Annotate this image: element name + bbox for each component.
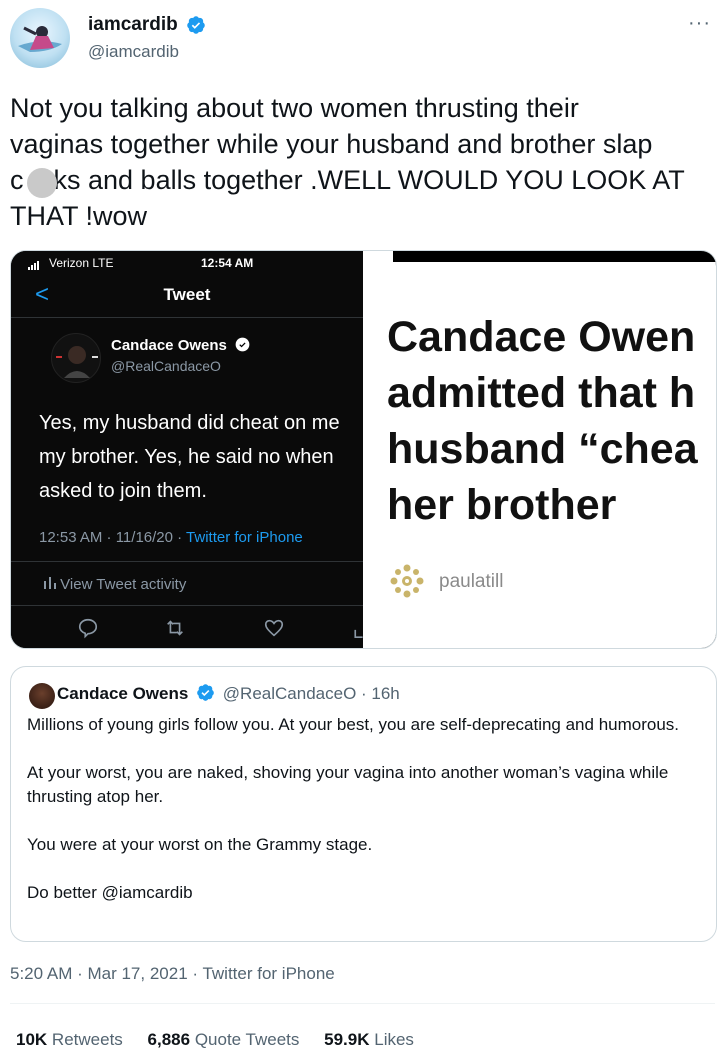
article-screenshot: Candace Owen admitted that h husband “ch…	[363, 251, 716, 648]
verified-badge-icon	[196, 683, 215, 707]
inner-activity-label: View Tweet activity	[60, 576, 187, 593]
inner-author-name-text: Candace Owens	[111, 337, 227, 354]
inner-avatar	[51, 333, 101, 383]
inner-action-bar	[11, 617, 363, 641]
inner-tweet-source: Twitter for iPhone	[186, 529, 303, 546]
tweet-timestamp[interactable]: 5:20 AM · Mar 17, 2021 · Twitter for iPh…	[10, 964, 335, 984]
author-handle[interactable]: @iamcardib	[88, 42, 206, 62]
carrier-label: Verizon LTE	[49, 256, 114, 270]
inner-tweet-text: Yes, my husband did cheat on me my broth…	[39, 412, 340, 502]
phone-screenshot: Verizon LTE 12:54 AM < Tweet Candace Owe…	[11, 251, 363, 648]
share-icon	[353, 617, 363, 644]
inner-author-name: Candace Owens	[111, 337, 250, 356]
inner-author-handle: @RealCandaceO	[111, 358, 221, 374]
phone-nav-title: Tweet	[163, 285, 211, 304]
quote-tweets-count: 6,886	[147, 1030, 191, 1049]
status-time: 12:54 AM	[201, 256, 254, 270]
quote-paragraph: Do better @iamcardib	[27, 883, 193, 902]
inner-activity: View Tweet activity	[44, 575, 186, 593]
quote-tweets-stat[interactable]: 6,886 Quote Tweets	[148, 1030, 300, 1050]
quote-handle-time: @RealCandaceO · 16h	[222, 684, 400, 703]
quote-paragraph: At your worst, you are naked, shoving yo…	[27, 763, 669, 806]
quote-paragraph: Millions of young girls follow you. At y…	[27, 715, 680, 734]
retweet-icon	[163, 617, 187, 644]
inner-tweet-meta: 12:53 AM · 11/16/20 · Twitter for iPhone	[39, 529, 303, 546]
article-brand-name: paulatill	[439, 571, 504, 592]
retweets-stat[interactable]: 10K Retweets	[16, 1030, 123, 1050]
quote-header: Candace Owens @RealCandaceO · 16h	[57, 683, 400, 707]
inner-tweet-date: 12:53 AM · 11/16/20 ·	[39, 529, 187, 546]
divider	[11, 317, 363, 318]
quote-text: Millions of young girls follow you. At y…	[27, 713, 707, 929]
media-attachment[interactable]: Verizon LTE 12:54 AM < Tweet Candace Owe…	[10, 250, 717, 649]
verified-badge-icon	[186, 15, 206, 35]
divider	[10, 1003, 715, 1004]
quote-paragraph: You were at your worst on the Grammy sta…	[27, 835, 373, 854]
reply-icon	[77, 617, 99, 644]
likes-count: 59.9K	[324, 1030, 370, 1049]
retweets-count: 10K	[16, 1030, 48, 1049]
likes-label: Likes	[374, 1030, 414, 1049]
quote-author-avatar	[29, 683, 55, 709]
tweet-text: Not you talking about two women thrustin…	[10, 93, 685, 231]
engagement-stats: 10K Retweets 6,886 Quote Tweets 59.9K Li…	[16, 1030, 434, 1050]
quote-tweets-label: Quote Tweets	[194, 1030, 300, 1049]
verified-badge-icon	[235, 337, 250, 356]
censor-dot	[27, 168, 57, 198]
author-display-name[interactable]: iamcardib	[88, 14, 178, 36]
article-topbar	[393, 251, 716, 262]
status-bar: Verizon LTE 12:54 AM	[11, 256, 363, 272]
article-headline: Candace Owen admitted that h husband “ch…	[387, 313, 698, 529]
author-avatar[interactable]	[10, 8, 70, 68]
like-icon	[263, 617, 285, 644]
likes-stat[interactable]: 59.9K Likes	[324, 1030, 414, 1050]
more-icon[interactable]: ···	[688, 12, 711, 35]
divider	[11, 605, 363, 606]
quote-tweet[interactable]: Candace Owens @RealCandaceO · 16h Millio…	[10, 666, 717, 942]
retweets-label: Retweets	[51, 1030, 123, 1049]
bar-chart-icon	[44, 576, 60, 593]
quote-author-name: Candace Owens	[57, 684, 189, 703]
user-block: iamcardib @iamcardib	[88, 14, 206, 62]
signal-icon	[28, 259, 44, 273]
divider	[11, 561, 363, 562]
tweet-header: iamcardib @iamcardib ···	[10, 8, 715, 70]
brand-mandala-icon	[389, 563, 425, 604]
